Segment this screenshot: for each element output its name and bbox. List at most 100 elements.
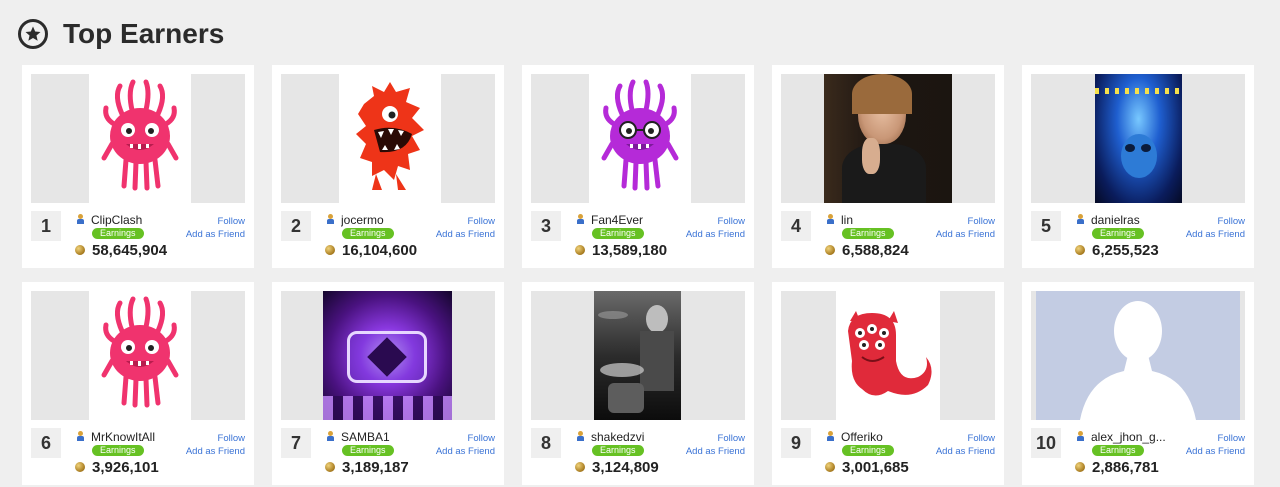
earner-card: 6 MrKnowItAll Earnings Follow Add as Fri… bbox=[22, 282, 254, 485]
avatar[interactable] bbox=[531, 74, 745, 203]
add-friend-link[interactable]: Add as Friend bbox=[186, 446, 245, 457]
rank-number: 10 bbox=[1031, 428, 1061, 458]
username-link[interactable]: lin bbox=[841, 213, 853, 227]
rank-number: 2 bbox=[281, 211, 311, 241]
avatar-image bbox=[1095, 74, 1182, 203]
avatar[interactable] bbox=[1031, 74, 1245, 203]
follow-link[interactable]: Follow bbox=[968, 216, 995, 227]
coin-icon bbox=[825, 462, 835, 472]
coin-icon bbox=[1075, 462, 1085, 472]
username-link[interactable]: shakedzvi bbox=[591, 430, 644, 444]
avatar[interactable] bbox=[31, 291, 245, 420]
username-link[interactable]: Offeriko bbox=[841, 430, 883, 444]
earnings-badge: Earnings bbox=[592, 228, 644, 239]
follow-link[interactable]: Follow bbox=[1218, 216, 1245, 227]
earner-card: 1 ClipClash Earnings Follow Add as Frien… bbox=[22, 65, 254, 268]
earnings-value: 3,001,685 bbox=[842, 459, 909, 476]
username-link[interactable]: Fan4Ever bbox=[591, 213, 643, 227]
user-icon bbox=[327, 431, 334, 441]
earner-card: 7 SAMBA1 Earnings Follow Add as Friend 3… bbox=[272, 282, 504, 485]
earnings-value: 58,645,904 bbox=[92, 242, 168, 259]
avatar[interactable] bbox=[781, 291, 995, 420]
follow-link[interactable]: Follow bbox=[218, 433, 245, 444]
earner-card: 4 lin Earnings Follow Add as Friend 6,58… bbox=[772, 65, 1004, 268]
avatar-image bbox=[1036, 291, 1240, 420]
add-friend-link[interactable]: Add as Friend bbox=[1186, 446, 1245, 457]
avatar[interactable] bbox=[281, 74, 495, 203]
follow-link[interactable]: Follow bbox=[468, 433, 495, 444]
earnings-badge: Earnings bbox=[92, 445, 144, 456]
earnings-badge: Earnings bbox=[592, 445, 644, 456]
coin-icon bbox=[75, 245, 85, 255]
add-friend-link[interactable]: Add as Friend bbox=[1186, 229, 1245, 240]
avatar-image bbox=[594, 291, 681, 420]
user-icon bbox=[1077, 214, 1084, 224]
follow-link[interactable]: Follow bbox=[1218, 433, 1245, 444]
user-icon bbox=[827, 214, 834, 224]
earnings-badge: Earnings bbox=[342, 445, 394, 456]
add-friend-link[interactable]: Add as Friend bbox=[686, 229, 745, 240]
username-link[interactable]: ClipClash bbox=[91, 213, 142, 227]
username-link[interactable]: SAMBA1 bbox=[341, 430, 390, 444]
add-friend-link[interactable]: Add as Friend bbox=[936, 229, 995, 240]
add-friend-link[interactable]: Add as Friend bbox=[936, 446, 995, 457]
avatar-image bbox=[89, 291, 191, 420]
earnings-value: 6,255,523 bbox=[1092, 242, 1159, 259]
avatar[interactable] bbox=[31, 74, 245, 203]
coin-icon bbox=[1075, 245, 1085, 255]
add-friend-link[interactable]: Add as Friend bbox=[186, 229, 245, 240]
rank-number: 4 bbox=[781, 211, 811, 241]
follow-link[interactable]: Follow bbox=[718, 216, 745, 227]
user-icon bbox=[827, 431, 834, 441]
add-friend-link[interactable]: Add as Friend bbox=[686, 446, 745, 457]
earner-card: 9 Offeriko Earnings Follow Add as Friend… bbox=[772, 282, 1004, 485]
rank-number: 8 bbox=[531, 428, 561, 458]
user-icon bbox=[1077, 431, 1084, 441]
avatar[interactable] bbox=[531, 291, 745, 420]
avatar[interactable] bbox=[781, 74, 995, 203]
user-icon bbox=[577, 214, 584, 224]
top-earners-grid: 1 ClipClash Earnings Follow Add as Frien… bbox=[22, 65, 1256, 487]
earnings-value: 2,886,781 bbox=[1092, 459, 1159, 476]
avatar[interactable] bbox=[1031, 291, 1245, 420]
coin-icon bbox=[575, 462, 585, 472]
earnings-value: 3,124,809 bbox=[592, 459, 659, 476]
avatar-image bbox=[89, 74, 191, 203]
rank-number: 5 bbox=[1031, 211, 1061, 241]
rank-number: 7 bbox=[281, 428, 311, 458]
earnings-value: 3,189,187 bbox=[342, 459, 409, 476]
earnings-value: 6,588,824 bbox=[842, 242, 909, 259]
earner-card: 2 jocermo Earnings Follow Add as Friend … bbox=[272, 65, 504, 268]
page-header: Top Earners bbox=[18, 16, 224, 52]
coin-icon bbox=[575, 245, 585, 255]
username-link[interactable]: jocermo bbox=[341, 213, 384, 227]
coin-icon bbox=[825, 245, 835, 255]
coin-icon bbox=[75, 462, 85, 472]
rank-number: 9 bbox=[781, 428, 811, 458]
user-icon bbox=[77, 214, 84, 224]
username-link[interactable]: danielras bbox=[1091, 213, 1140, 227]
rank-number: 6 bbox=[31, 428, 61, 458]
earnings-badge: Earnings bbox=[92, 228, 144, 239]
star-icon bbox=[18, 19, 48, 49]
avatar[interactable] bbox=[281, 291, 495, 420]
avatar-image bbox=[589, 74, 691, 203]
avatar-image bbox=[339, 74, 441, 203]
earnings-value: 16,104,600 bbox=[342, 242, 418, 259]
coin-icon bbox=[325, 245, 335, 255]
earnings-badge: Earnings bbox=[1092, 445, 1144, 456]
follow-link[interactable]: Follow bbox=[718, 433, 745, 444]
username-link[interactable]: MrKnowItAll bbox=[91, 430, 155, 444]
username-link[interactable]: alex_jhon_g... bbox=[1091, 430, 1166, 444]
add-friend-link[interactable]: Add as Friend bbox=[436, 446, 495, 457]
rank-number: 1 bbox=[31, 211, 61, 241]
avatar-image bbox=[824, 74, 952, 203]
earnings-badge: Earnings bbox=[842, 228, 894, 239]
earnings-badge: Earnings bbox=[842, 445, 894, 456]
follow-link[interactable]: Follow bbox=[468, 216, 495, 227]
earnings-badge: Earnings bbox=[1092, 228, 1144, 239]
user-icon bbox=[327, 214, 334, 224]
follow-link[interactable]: Follow bbox=[218, 216, 245, 227]
add-friend-link[interactable]: Add as Friend bbox=[436, 229, 495, 240]
follow-link[interactable]: Follow bbox=[968, 433, 995, 444]
